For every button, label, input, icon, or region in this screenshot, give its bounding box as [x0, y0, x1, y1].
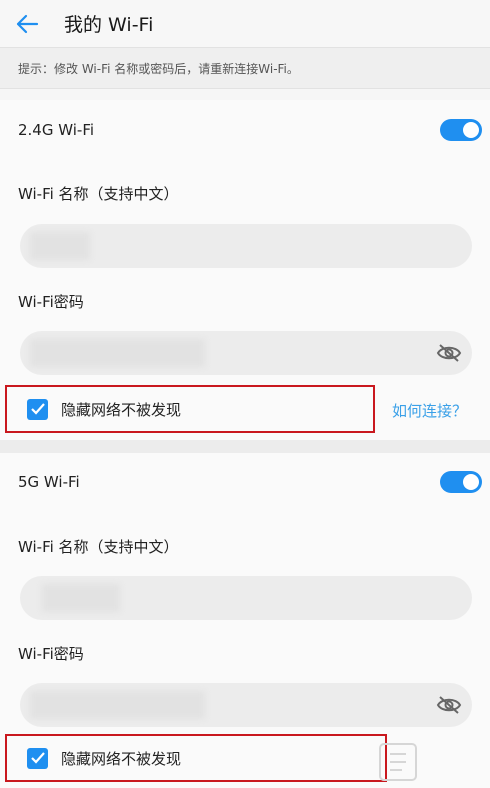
checkbox-checked-icon[interactable]: [27, 398, 48, 420]
band-24g-toggle[interactable]: [440, 119, 482, 141]
page-title: 我的 Wi-Fi: [64, 14, 154, 36]
band-24g-name-field[interactable]: [20, 224, 472, 268]
band-5g-password-label: Wi-Fi密码: [18, 645, 84, 663]
toggle-knob: [463, 474, 479, 490]
blurred-password: [30, 691, 205, 719]
blurred-name: [30, 232, 90, 260]
eye-off-icon[interactable]: [436, 694, 462, 716]
band-5g-toggle[interactable]: [440, 471, 482, 493]
band-24g-label: 2.4G Wi-Fi: [18, 121, 95, 139]
back-button[interactable]: [8, 5, 46, 43]
band-24g-password-label: Wi-Fi密码: [18, 293, 84, 311]
hide-network-label: 隐藏网络不被发现: [61, 749, 182, 768]
blurred-name: [42, 584, 120, 612]
band-5g-password-field[interactable]: [20, 683, 472, 727]
tip-text: 提示：修改 Wi-Fi 名称或密码后，请重新连接Wi-Fi。: [0, 47, 490, 89]
section-divider: [0, 440, 490, 453]
band-24g-hide-option[interactable]: 隐藏网络不被发现: [5, 385, 375, 433]
how-to-connect-link[interactable]: 如何连接？: [392, 400, 467, 421]
toggle-knob: [463, 122, 479, 138]
hide-network-label: 隐藏网络不被发现: [61, 400, 182, 419]
band-5g-name-field[interactable]: [20, 576, 472, 620]
band-24g-name-label: Wi-Fi 名称（支持中文）: [18, 185, 179, 203]
band-5g-name-label: Wi-Fi 名称（支持中文）: [18, 538, 179, 556]
band-5g-label: 5G Wi-Fi: [18, 473, 80, 491]
arrow-left-icon: [16, 14, 39, 33]
header-bar: 我的 Wi-Fi: [0, 0, 490, 47]
checkbox-checked-icon[interactable]: [27, 747, 48, 769]
band-5g-hide-option[interactable]: 隐藏网络不被发现: [5, 734, 387, 782]
watermark-logo: [378, 738, 488, 788]
blurred-password: [30, 339, 205, 367]
eye-off-icon[interactable]: [436, 342, 462, 364]
band-24g-password-field[interactable]: [20, 331, 472, 375]
